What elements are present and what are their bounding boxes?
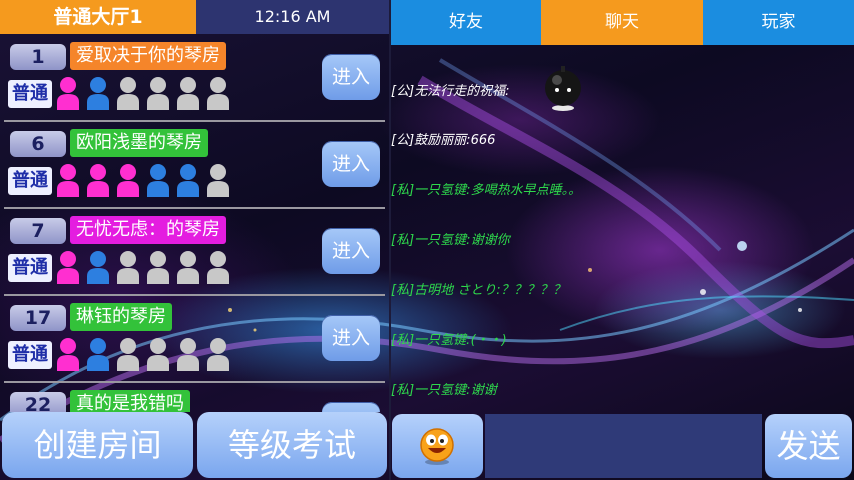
player-seat-icon: [177, 164, 199, 197]
player-seat-icon: [177, 338, 199, 371]
player-seat-icon: [87, 338, 109, 371]
player-seat-icon: [87, 251, 109, 284]
message-sender: 一只氢键: [414, 383, 467, 398]
player-seat-icon: [207, 164, 229, 197]
message-channel: [私]: [391, 233, 415, 248]
smiley-face-icon: [420, 428, 454, 465]
message-channel: [私]: [391, 183, 415, 198]
chat-panel: 好友 聊天 玩家 [公]无法行走的祝福: [公]鼓励丽丽:666 [私]一只氢键…: [391, 0, 854, 480]
message-channel: [私]: [391, 283, 415, 298]
room-name: 无忧无虑：的琴房: [70, 216, 226, 244]
player-seat-icon: [87, 164, 109, 197]
room-number: 22: [10, 392, 66, 412]
message-text: 666: [470, 133, 496, 148]
player-seat-icon: [57, 251, 79, 284]
message-text: (・・): [470, 333, 507, 348]
chat-message: [私]古明地 さとり:？？？？？: [391, 283, 566, 298]
player-seat-icon: [147, 164, 169, 197]
enter-room-button[interactable]: 进入: [322, 402, 380, 412]
room-row: 7 无忧无虑：的琴房 普通 进入: [0, 210, 389, 296]
clock: 12:16 AM: [196, 0, 389, 34]
message-sender: 一只氢键: [414, 333, 467, 348]
message-sender: 一只氢键: [414, 183, 467, 198]
chat-message: [公]无法行走的祝福:: [391, 84, 510, 99]
chat-message: [私]一只氢键:多喝热水早点睡。。: [391, 183, 582, 198]
level-exam-button[interactable]: 等级考试: [197, 412, 387, 478]
room-row: 6 欧阳浅墨的琴房 普通 进入: [0, 123, 389, 209]
player-seat-icon: [207, 251, 229, 284]
room-mode: 普通: [8, 341, 52, 369]
message-text: 谢谢你: [470, 233, 510, 248]
chat-message: [私]一只氢键:(・・): [391, 333, 507, 348]
message-sender: 一只氢键: [414, 233, 467, 248]
hall-title: 普通大厅1: [0, 0, 196, 34]
player-seat-icon: [147, 338, 169, 371]
player-seat-icon: [147, 77, 169, 110]
divider: [4, 207, 385, 209]
room-name: 琳钰的琴房: [70, 303, 172, 331]
message-sender: 古明地 さとり: [414, 283, 497, 298]
room-number: 7: [10, 218, 66, 244]
message-text: ？？？？？: [500, 283, 566, 298]
player-seat-icon: [117, 338, 139, 371]
emoji-button[interactable]: [392, 414, 483, 478]
message-channel: [公]: [391, 84, 415, 99]
message-channel: [私]: [391, 383, 415, 398]
message-text: 谢谢: [470, 383, 497, 398]
player-seat-icon: [117, 251, 139, 284]
message-text: 多喝热水早点睡。。: [470, 183, 582, 198]
message-channel: [公]: [391, 133, 415, 148]
message-sender: 无法行走的祝福: [414, 84, 506, 99]
enter-room-button[interactable]: 进入: [322, 315, 380, 361]
room-mode: 普通: [8, 254, 52, 282]
divider: [4, 294, 385, 296]
send-button[interactable]: 发送: [765, 414, 852, 478]
tab-chat[interactable]: 聊天: [541, 0, 703, 45]
chat-message: [私]一只氢键:谢谢: [391, 383, 497, 398]
room-row: 1 爱取决于你的琴房 普通 进入: [0, 36, 389, 122]
player-seat-icon: [177, 77, 199, 110]
message-sender: 鼓励丽丽: [414, 133, 467, 148]
message-channel: [私]: [391, 333, 415, 348]
room-mode: 普通: [8, 80, 52, 108]
room-list: 1 爱取决于你的琴房 普通 进入 6 欧阳浅墨的琴房 普通 进入 7 无忧无虑：…: [0, 36, 389, 412]
chat-input[interactable]: [485, 414, 762, 478]
enter-room-button[interactable]: 进入: [322, 54, 380, 100]
player-seat-icon: [207, 338, 229, 371]
divider: [4, 381, 385, 383]
room-row: 17 琳钰的琴房 普通 进入: [0, 297, 389, 383]
player-seat-icon: [57, 77, 79, 110]
player-seat-icon: [117, 77, 139, 110]
player-seat-icon: [57, 338, 79, 371]
tab-players[interactable]: 玩家: [703, 0, 854, 45]
player-seat-icon: [117, 164, 139, 197]
chat-message: [公]鼓励丽丽:666: [391, 133, 496, 148]
tab-friends[interactable]: 好友: [391, 0, 541, 45]
room-name: 真的是我错吗: [70, 390, 190, 412]
player-seat-icon: [177, 251, 199, 284]
enter-room-button[interactable]: 进入: [322, 141, 380, 187]
room-name: 爱取决于你的琴房: [70, 42, 226, 70]
player-seat-icon: [87, 77, 109, 110]
enter-room-button[interactable]: 进入: [322, 228, 380, 274]
bomb-icon: [545, 66, 581, 111]
room-name: 欧阳浅墨的琴房: [70, 129, 208, 157]
room-number: 1: [10, 44, 66, 70]
room-mode: 普通: [8, 167, 52, 195]
room-number: 6: [10, 131, 66, 157]
create-room-button[interactable]: 创建房间: [2, 412, 193, 478]
chat-message: [私]一只氢键:谢谢你: [391, 233, 510, 248]
player-seat-icon: [207, 77, 229, 110]
room-number: 17: [10, 305, 66, 331]
room-row: 22 真的是我错吗 进入: [0, 384, 389, 412]
lobby-panel: 普通大厅1 12:16 AM 1 爱取决于你的琴房 普通 进入 6 欧阳浅墨的琴…: [0, 0, 389, 480]
player-seat-icon: [57, 164, 79, 197]
divider: [4, 120, 385, 122]
player-seat-icon: [147, 251, 169, 284]
